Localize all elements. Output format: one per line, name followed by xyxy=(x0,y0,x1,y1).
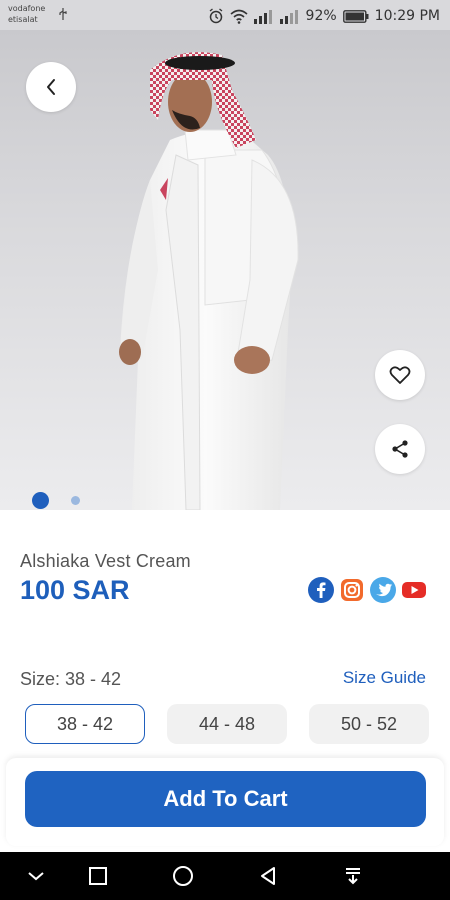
signal-icon xyxy=(253,9,272,24)
carrier-names: vodafone etisalat xyxy=(8,3,45,25)
product-name: Alshiaka Vest Cream xyxy=(20,551,191,571)
youtube-icon[interactable] xyxy=(401,577,427,603)
wifi-icon xyxy=(230,9,248,24)
system-nav-bar xyxy=(0,852,450,900)
back-button[interactable] xyxy=(26,62,76,112)
carrier-2: etisalat xyxy=(8,15,38,24)
triangle-back-icon[interactable] xyxy=(256,864,280,888)
size-option-44-48[interactable]: 44 - 48 xyxy=(167,704,287,744)
status-icons: 92% 10:29 PM xyxy=(208,7,440,25)
social-links xyxy=(308,577,427,603)
favorite-button[interactable] xyxy=(375,350,425,400)
chevron-down-icon[interactable] xyxy=(24,864,48,888)
share-icon xyxy=(392,440,408,458)
signal-icon xyxy=(279,9,298,24)
carousel-dot[interactable] xyxy=(71,496,80,505)
alarm-icon xyxy=(209,8,222,24)
download-icon[interactable] xyxy=(341,864,365,888)
square-icon[interactable] xyxy=(86,864,110,888)
size-option-50-52[interactable]: 50 - 52 xyxy=(309,704,429,744)
carrier-1: vodafone xyxy=(8,4,46,13)
product-price: 100 SAR xyxy=(20,575,130,605)
usb-icon xyxy=(59,8,67,20)
battery-percent: 92% xyxy=(305,8,337,24)
carousel-dot-active[interactable] xyxy=(32,492,49,509)
twitter-icon[interactable] xyxy=(370,577,396,603)
product-screen: vodafone etisalat 92% 10:29 PM Alshiaka … xyxy=(0,0,450,900)
facebook-icon[interactable] xyxy=(308,577,334,603)
size-guide-link[interactable]: Size Guide xyxy=(343,668,426,688)
chevron-left-icon xyxy=(47,79,55,95)
heart-icon xyxy=(389,366,411,384)
circle-icon[interactable] xyxy=(171,864,195,888)
clock: 10:29 PM xyxy=(374,8,440,24)
status-bar: vodafone etisalat 92% 10:29 PM xyxy=(0,0,450,30)
size-option-38-42[interactable]: 38 - 42 xyxy=(25,704,145,744)
product-image-carousel[interactable] xyxy=(0,30,450,510)
add-to-cart-button[interactable]: Add To Cart xyxy=(25,771,426,827)
instagram-icon[interactable] xyxy=(339,577,365,603)
size-label: Size: 38 - 42 xyxy=(20,669,122,689)
share-button[interactable] xyxy=(375,424,425,474)
size-options: 38 - 42 44 - 48 50 - 52 xyxy=(25,704,429,744)
battery-icon xyxy=(342,9,369,23)
carousel-dots xyxy=(32,492,80,509)
